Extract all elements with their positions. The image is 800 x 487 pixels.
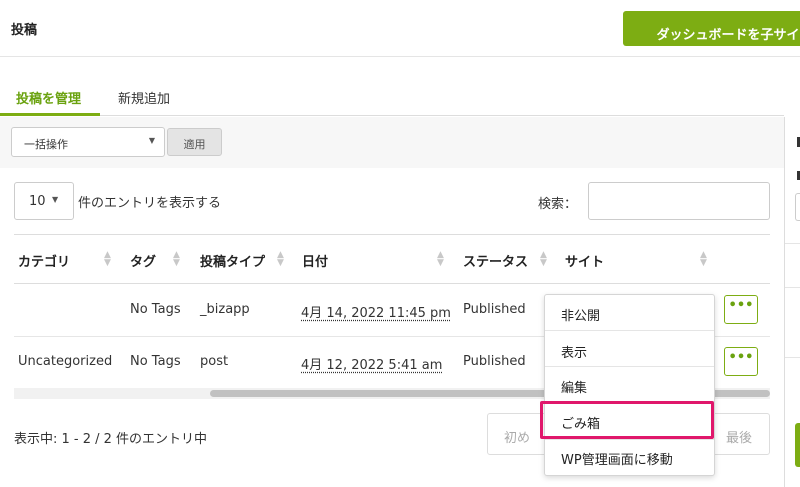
cell-tags: No Tags	[130, 354, 181, 369]
right-side-panel	[784, 117, 800, 487]
column-header-site[interactable]: サイト	[565, 251, 604, 270]
menu-divider	[545, 439, 714, 440]
top-bar: 投稿 ダッシュボードを子サイ	[0, 0, 800, 57]
column-header-tags[interactable]: タグ	[130, 251, 156, 270]
panel-action-button[interactable]	[795, 423, 800, 467]
entries-length-select[interactable]: 10	[14, 182, 74, 220]
tab-add-new[interactable]: 新規追加	[118, 88, 170, 107]
menu-divider	[545, 401, 714, 402]
bulk-action-value: 一括操作	[24, 138, 68, 151]
bulk-action-select[interactable]: 一括操作 ▼	[11, 127, 165, 157]
search-input[interactable]	[588, 182, 770, 220]
entries-length-value: 10	[29, 194, 46, 209]
sort-icon: ▲ ▼	[173, 250, 180, 268]
menu-item-unpublish[interactable]: 非公開	[561, 305, 600, 324]
column-header-date[interactable]: 日付	[302, 251, 328, 270]
row-actions-menu: 非公開 表示 編集 ごみ箱 WP管理画面に移動	[544, 294, 715, 476]
cell-status: Published	[463, 354, 526, 369]
sort-icon: ▲ ▼	[104, 250, 111, 268]
cell-category: Uncategorized	[18, 354, 113, 369]
entries-length-label: 件のエントリを表示する	[78, 196, 222, 211]
menu-item-go-to-wp-admin[interactable]: WP管理画面に移動	[561, 449, 673, 468]
tab-bar: 投稿を管理 新規追加	[0, 80, 784, 116]
sort-icon: ▲ ▼	[700, 250, 707, 268]
apply-button[interactable]: 適用	[167, 128, 222, 156]
panel-divider	[785, 357, 800, 358]
pagination-first-button[interactable]: 初め	[504, 427, 530, 446]
cell-date: 4月 14, 2022 11:45 pm	[301, 306, 451, 321]
cell-post-type: post	[200, 354, 229, 369]
cell-tags: No Tags	[130, 302, 181, 317]
column-header-post-type[interactable]: 投稿タイプ	[200, 251, 265, 270]
pagination-last-button[interactable]: 最後	[726, 427, 752, 446]
table-header: カテゴリ ▲ ▼ タグ ▲ ▼ 投稿タイプ ▲ ▼ 日付 ▲ ▼ ステータス ▲ ▼ サイ…	[14, 234, 770, 284]
menu-divider	[545, 366, 714, 367]
cell-status: Published	[463, 302, 526, 317]
row-actions-button[interactable]: •••	[724, 347, 758, 376]
caret-down-icon: ▼	[52, 195, 59, 204]
panel-input[interactable]	[795, 193, 800, 221]
menu-item-trash[interactable]: ごみ箱	[561, 413, 600, 432]
tab-manage-posts[interactable]: 投稿を管理	[16, 88, 81, 107]
page-title: 投稿	[11, 23, 38, 38]
cell-date: 4月 12, 2022 5:41 am	[301, 358, 443, 373]
menu-item-view[interactable]: 表示	[561, 342, 587, 361]
cell-post-type: _bizapp	[200, 302, 250, 317]
sort-icon: ▲ ▼	[540, 250, 547, 268]
dashboard-child-site-button[interactable]: ダッシュボードを子サイ	[623, 11, 800, 46]
sort-icon: ▲ ▼	[437, 250, 444, 268]
caret-down-icon: ▼	[148, 136, 155, 145]
sort-icon: ▲ ▼	[277, 250, 284, 268]
menu-item-edit[interactable]: 編集	[561, 377, 587, 396]
panel-divider	[785, 287, 800, 288]
entries-info: 表示中: 1 - 2 / 2 件のエントリ中	[14, 432, 208, 447]
column-header-category[interactable]: カテゴリ	[18, 251, 70, 270]
row-actions-button[interactable]: •••	[724, 295, 758, 324]
panel-divider	[785, 243, 800, 244]
menu-divider	[545, 330, 714, 331]
column-header-status[interactable]: ステータス	[463, 251, 528, 270]
search-label: 検索：	[538, 197, 578, 212]
active-tab-indicator	[0, 113, 100, 116]
